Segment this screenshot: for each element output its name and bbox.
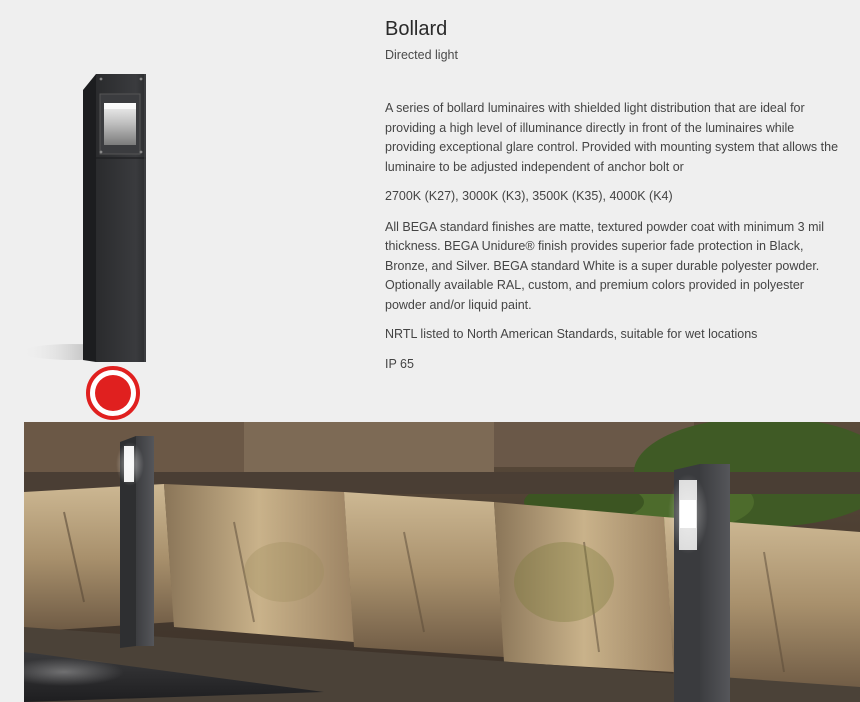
product-title: Bollard	[385, 18, 448, 40]
landscape-scene	[24, 422, 860, 702]
listing-info: NRTL listed to North American Standards,…	[385, 327, 758, 341]
product-subtitle: Directed light	[385, 48, 458, 62]
product-image	[0, 0, 372, 422]
finish-color-swatch-red[interactable]	[86, 366, 140, 420]
finish-description: All BEGA standard finishes are matte, te…	[385, 219, 825, 312]
product-details: Bollard Directed light A series of bolla…	[385, 16, 845, 374]
bollard-illustration	[22, 74, 146, 362]
bollard-lens	[104, 103, 136, 145]
ip-rating: IP 65	[385, 356, 414, 371]
product-info-section: Bollard Directed light A series of bolla…	[0, 0, 860, 422]
color-temperatures: 2700K (K27), 3000K (K3), 3500K (K35), 40…	[385, 189, 673, 203]
installation-photo	[24, 422, 860, 702]
bollard-side	[83, 74, 96, 362]
red-finish-swatch-icon	[95, 375, 131, 411]
product-description: A series of bollard luminaires with shie…	[385, 101, 839, 174]
